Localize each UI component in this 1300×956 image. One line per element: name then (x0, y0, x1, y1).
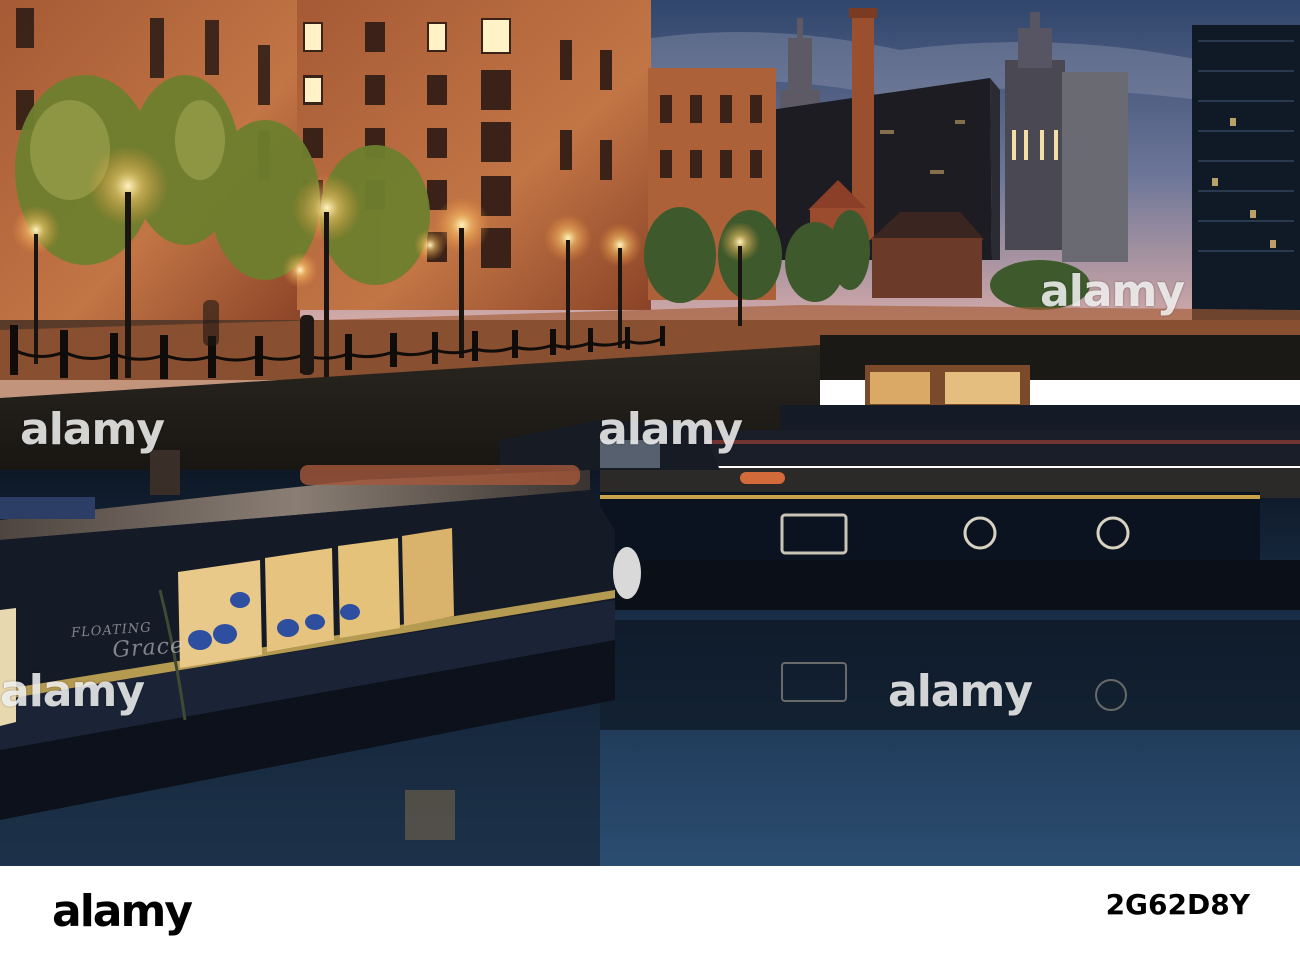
alamy-logo: alamy (52, 886, 193, 937)
boat-name-script: Grace (111, 633, 185, 664)
watermark: alamy (888, 666, 1033, 717)
boat-name-label: FLOATING Grace (71, 618, 185, 666)
image-id: 2G62D8Y (1105, 888, 1250, 921)
watermark: alamy (20, 404, 165, 455)
watermark: alamy (0, 666, 145, 717)
dockside-photo: alamy alamy alamy alamy alamy FLOATING G… (0, 0, 1300, 866)
watermark: alamy (1040, 266, 1185, 317)
watermark: alamy (598, 404, 743, 455)
footer-bar: alamy 2G62D8Y (0, 866, 1300, 956)
